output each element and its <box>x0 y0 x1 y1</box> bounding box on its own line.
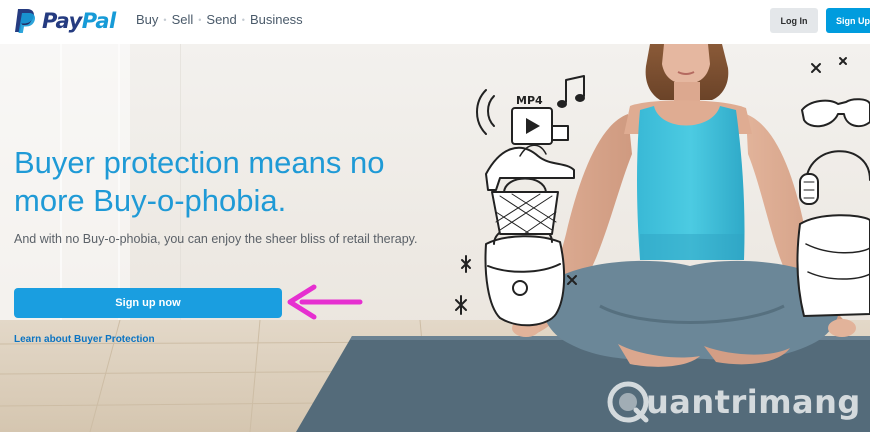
paypal-homepage: PayPal Buy • Sell • Send • Business Log … <box>0 0 870 432</box>
crossed-legs <box>542 260 840 360</box>
clothes-doodle <box>796 214 870 317</box>
hero-subtext: And with no Buy-o-phobia, you can enjoy … <box>14 232 418 246</box>
music-note-head <box>575 94 585 102</box>
nav-separator: • <box>241 14 245 25</box>
hero-headline: Buyer protection means no more Buy-o-pho… <box>14 145 385 218</box>
quantrimang-q-logo-icon <box>607 381 649 423</box>
paypal-p-logo-icon <box>15 9 36 33</box>
logo-text-pay: Pay <box>42 9 82 33</box>
handbag-doodle <box>484 235 566 327</box>
nav-item-business[interactable]: Business <box>250 12 303 27</box>
paypal-wordmark: PayPal <box>42 8 116 34</box>
tank-top-shadow <box>640 234 744 260</box>
paypal-logo[interactable]: PayPal <box>14 8 116 34</box>
top-header: PayPal Buy • Sell • Send • Business Log … <box>0 0 870 44</box>
login-button[interactable]: Log In <box>770 8 818 33</box>
handbag-clasp <box>512 280 528 296</box>
doodle-mp4-label: MP4 <box>516 94 543 107</box>
logo-text-pal: Pal <box>81 9 116 33</box>
watermark-text: uantrimang <box>646 383 861 421</box>
nav-item-send[interactable]: Send <box>206 12 236 27</box>
face <box>662 44 710 84</box>
main-nav: Buy • Sell • Send • Business <box>136 12 303 27</box>
nav-item-sell[interactable]: Sell <box>172 12 194 27</box>
hero-banner: MP4 Buyer protection means no more Buy-o… <box>0 44 870 432</box>
nav-separator: • <box>163 14 167 25</box>
sign-up-now-button[interactable]: Sign up now <box>14 288 282 318</box>
music-note-head <box>557 100 567 108</box>
headphone-cup <box>799 173 819 205</box>
right-hand <box>828 319 856 337</box>
signup-button[interactable]: Sign Up <box>826 8 870 33</box>
nav-item-buy[interactable]: Buy <box>136 12 158 27</box>
nav-separator: • <box>198 14 202 25</box>
quantrimang-watermark: uantrimang <box>606 380 861 424</box>
learn-buyer-protection-link[interactable]: Learn about Buyer Protection <box>14 334 155 345</box>
camera-lens <box>551 125 569 141</box>
magenta-arrow-icon <box>287 284 363 320</box>
